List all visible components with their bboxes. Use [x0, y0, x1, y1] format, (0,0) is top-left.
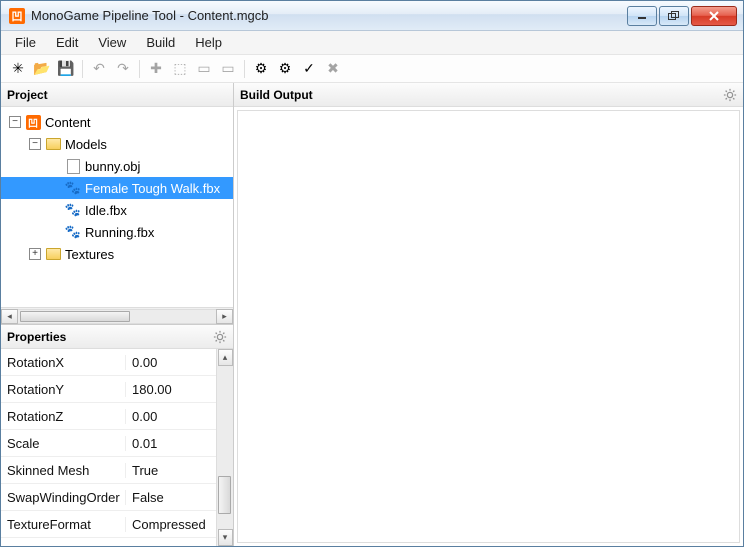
clean-icon[interactable]: ✓ — [298, 58, 320, 80]
expander-icon[interactable]: − — [9, 116, 21, 128]
add-folder-icon[interactable]: ▭ — [193, 58, 215, 80]
property-row[interactable]: SwapWindingOrderFalse — [1, 484, 216, 511]
menu-edit[interactable]: Edit — [46, 32, 88, 53]
property-row[interactable]: RotationZ0.00 — [1, 403, 216, 430]
gear-icon[interactable] — [213, 330, 227, 344]
tree-item[interactable]: 🐾 Idle.fbx — [1, 199, 233, 221]
gear-icon[interactable] — [723, 88, 737, 102]
tree-item-label: bunny.obj — [85, 159, 140, 174]
scroll-up-button[interactable]: ▴ — [218, 349, 233, 366]
property-value[interactable]: 0.00 — [126, 409, 216, 424]
animation-icon: 🐾 — [65, 202, 81, 218]
build-output-title: Build Output — [240, 88, 313, 102]
tree-item[interactable]: + Textures — [1, 243, 233, 265]
animation-icon: 🐾 — [65, 224, 81, 240]
new-icon[interactable]: ✳ — [7, 58, 29, 80]
project-panel-header: Project — [1, 83, 233, 107]
redo-icon[interactable]: ↷ — [112, 58, 134, 80]
titlebar[interactable]: 凹 MonoGame Pipeline Tool - Content.mgcb — [1, 1, 743, 31]
toolbar-separator — [82, 60, 83, 78]
open-icon[interactable]: 📂 — [31, 58, 53, 80]
property-name: Scale — [1, 436, 126, 451]
properties-vscrollbar[interactable]: ▴ ▾ — [216, 349, 233, 546]
minimize-button[interactable] — [627, 6, 657, 26]
menubar: File Edit View Build Help — [1, 31, 743, 55]
close-button[interactable] — [691, 6, 737, 26]
properties-grid[interactable]: RotationX0.00RotationY180.00RotationZ0.0… — [1, 349, 216, 546]
animation-icon: 🐾 — [65, 180, 81, 196]
tree-item-label: Female Tough Walk.fbx — [85, 181, 220, 196]
tree-item-label: Textures — [65, 247, 114, 262]
property-name: SwapWindingOrder — [1, 490, 126, 505]
property-row[interactable]: RotationY180.00 — [1, 376, 216, 403]
folder-icon — [45, 246, 61, 262]
menu-help[interactable]: Help — [185, 32, 232, 53]
property-value[interactable]: False — [126, 490, 216, 505]
build-icon[interactable]: ⚙ — [250, 58, 272, 80]
project-tree[interactable]: −凹Content−Modelsbunny.obj🐾Female Tough W… — [1, 107, 233, 307]
property-value[interactable]: Compressed — [126, 517, 216, 532]
project-panel-title: Project — [7, 88, 48, 102]
property-row[interactable]: TextureFormatCompressed — [1, 511, 216, 538]
scroll-down-button[interactable]: ▾ — [218, 529, 233, 546]
add-item-icon[interactable]: ✚ — [145, 58, 167, 80]
vscroll-thumb[interactable] — [218, 476, 231, 514]
maximize-button[interactable] — [659, 6, 689, 26]
property-name: TextureFormat — [1, 517, 126, 532]
app-icon: 凹 — [9, 8, 25, 24]
expander-icon[interactable]: − — [29, 138, 41, 150]
window-title: MonoGame Pipeline Tool - Content.mgcb — [31, 8, 625, 23]
add-existing-folder-icon[interactable]: ▭ — [217, 58, 239, 80]
build-output-body[interactable] — [237, 110, 740, 543]
close-icon — [708, 11, 720, 21]
tree-item[interactable]: 🐾 Running.fbx — [1, 221, 233, 243]
scroll-left-button[interactable]: ◂ — [1, 309, 18, 324]
maximize-icon — [668, 11, 680, 21]
property-row[interactable]: Scale0.01 — [1, 430, 216, 457]
expander-icon[interactable]: + — [29, 248, 41, 260]
property-name: Skinned Mesh — [1, 463, 126, 478]
save-icon[interactable]: 💾 — [55, 58, 77, 80]
build-output-header: Build Output — [234, 83, 743, 107]
property-name: RotationX — [1, 355, 126, 370]
content-icon: 凹 — [25, 114, 41, 130]
properties-panel-header: Properties — [1, 325, 233, 349]
rebuild-icon[interactable]: ⚙ — [274, 58, 296, 80]
properties-panel-title: Properties — [7, 330, 66, 344]
tree-item-label: Content — [45, 115, 91, 130]
tree-item-label: Models — [65, 137, 107, 152]
menu-build[interactable]: Build — [136, 32, 185, 53]
property-row[interactable]: RotationX0.00 — [1, 349, 216, 376]
tree-item-label: Idle.fbx — [85, 203, 127, 218]
toolbar: ✳📂💾↶↷✚⬚▭▭⚙⚙✓✖ — [1, 55, 743, 83]
property-row[interactable]: Skinned MeshTrue — [1, 457, 216, 484]
property-value[interactable]: 0.00 — [126, 355, 216, 370]
tree-item-label: Running.fbx — [85, 225, 154, 240]
file-icon — [65, 158, 81, 174]
property-name: RotationZ — [1, 409, 126, 424]
property-name: RotationY — [1, 382, 126, 397]
minimize-icon — [637, 11, 647, 21]
property-value[interactable]: True — [126, 463, 216, 478]
tree-item[interactable]: bunny.obj — [1, 155, 233, 177]
cancel-build-icon[interactable]: ✖ — [322, 58, 344, 80]
toolbar-separator — [139, 60, 140, 78]
tree-item[interactable]: −凹 Content — [1, 111, 233, 133]
undo-icon[interactable]: ↶ — [88, 58, 110, 80]
menu-file[interactable]: File — [5, 32, 46, 53]
app-window: 凹 MonoGame Pipeline Tool - Content.mgcb … — [0, 0, 744, 547]
toolbar-separator — [244, 60, 245, 78]
folder-icon — [45, 136, 61, 152]
add-existing-icon[interactable]: ⬚ — [169, 58, 191, 80]
property-value[interactable]: 180.00 — [126, 382, 216, 397]
hscroll-thumb[interactable] — [20, 311, 130, 322]
property-value[interactable]: 0.01 — [126, 436, 216, 451]
project-hscrollbar[interactable]: ◂ ▸ — [1, 307, 233, 324]
tree-item[interactable]: 🐾 Female Tough Walk.fbx — [1, 177, 233, 199]
scroll-right-button[interactable]: ▸ — [216, 309, 233, 324]
menu-view[interactable]: View — [88, 32, 136, 53]
tree-item[interactable]: − Models — [1, 133, 233, 155]
